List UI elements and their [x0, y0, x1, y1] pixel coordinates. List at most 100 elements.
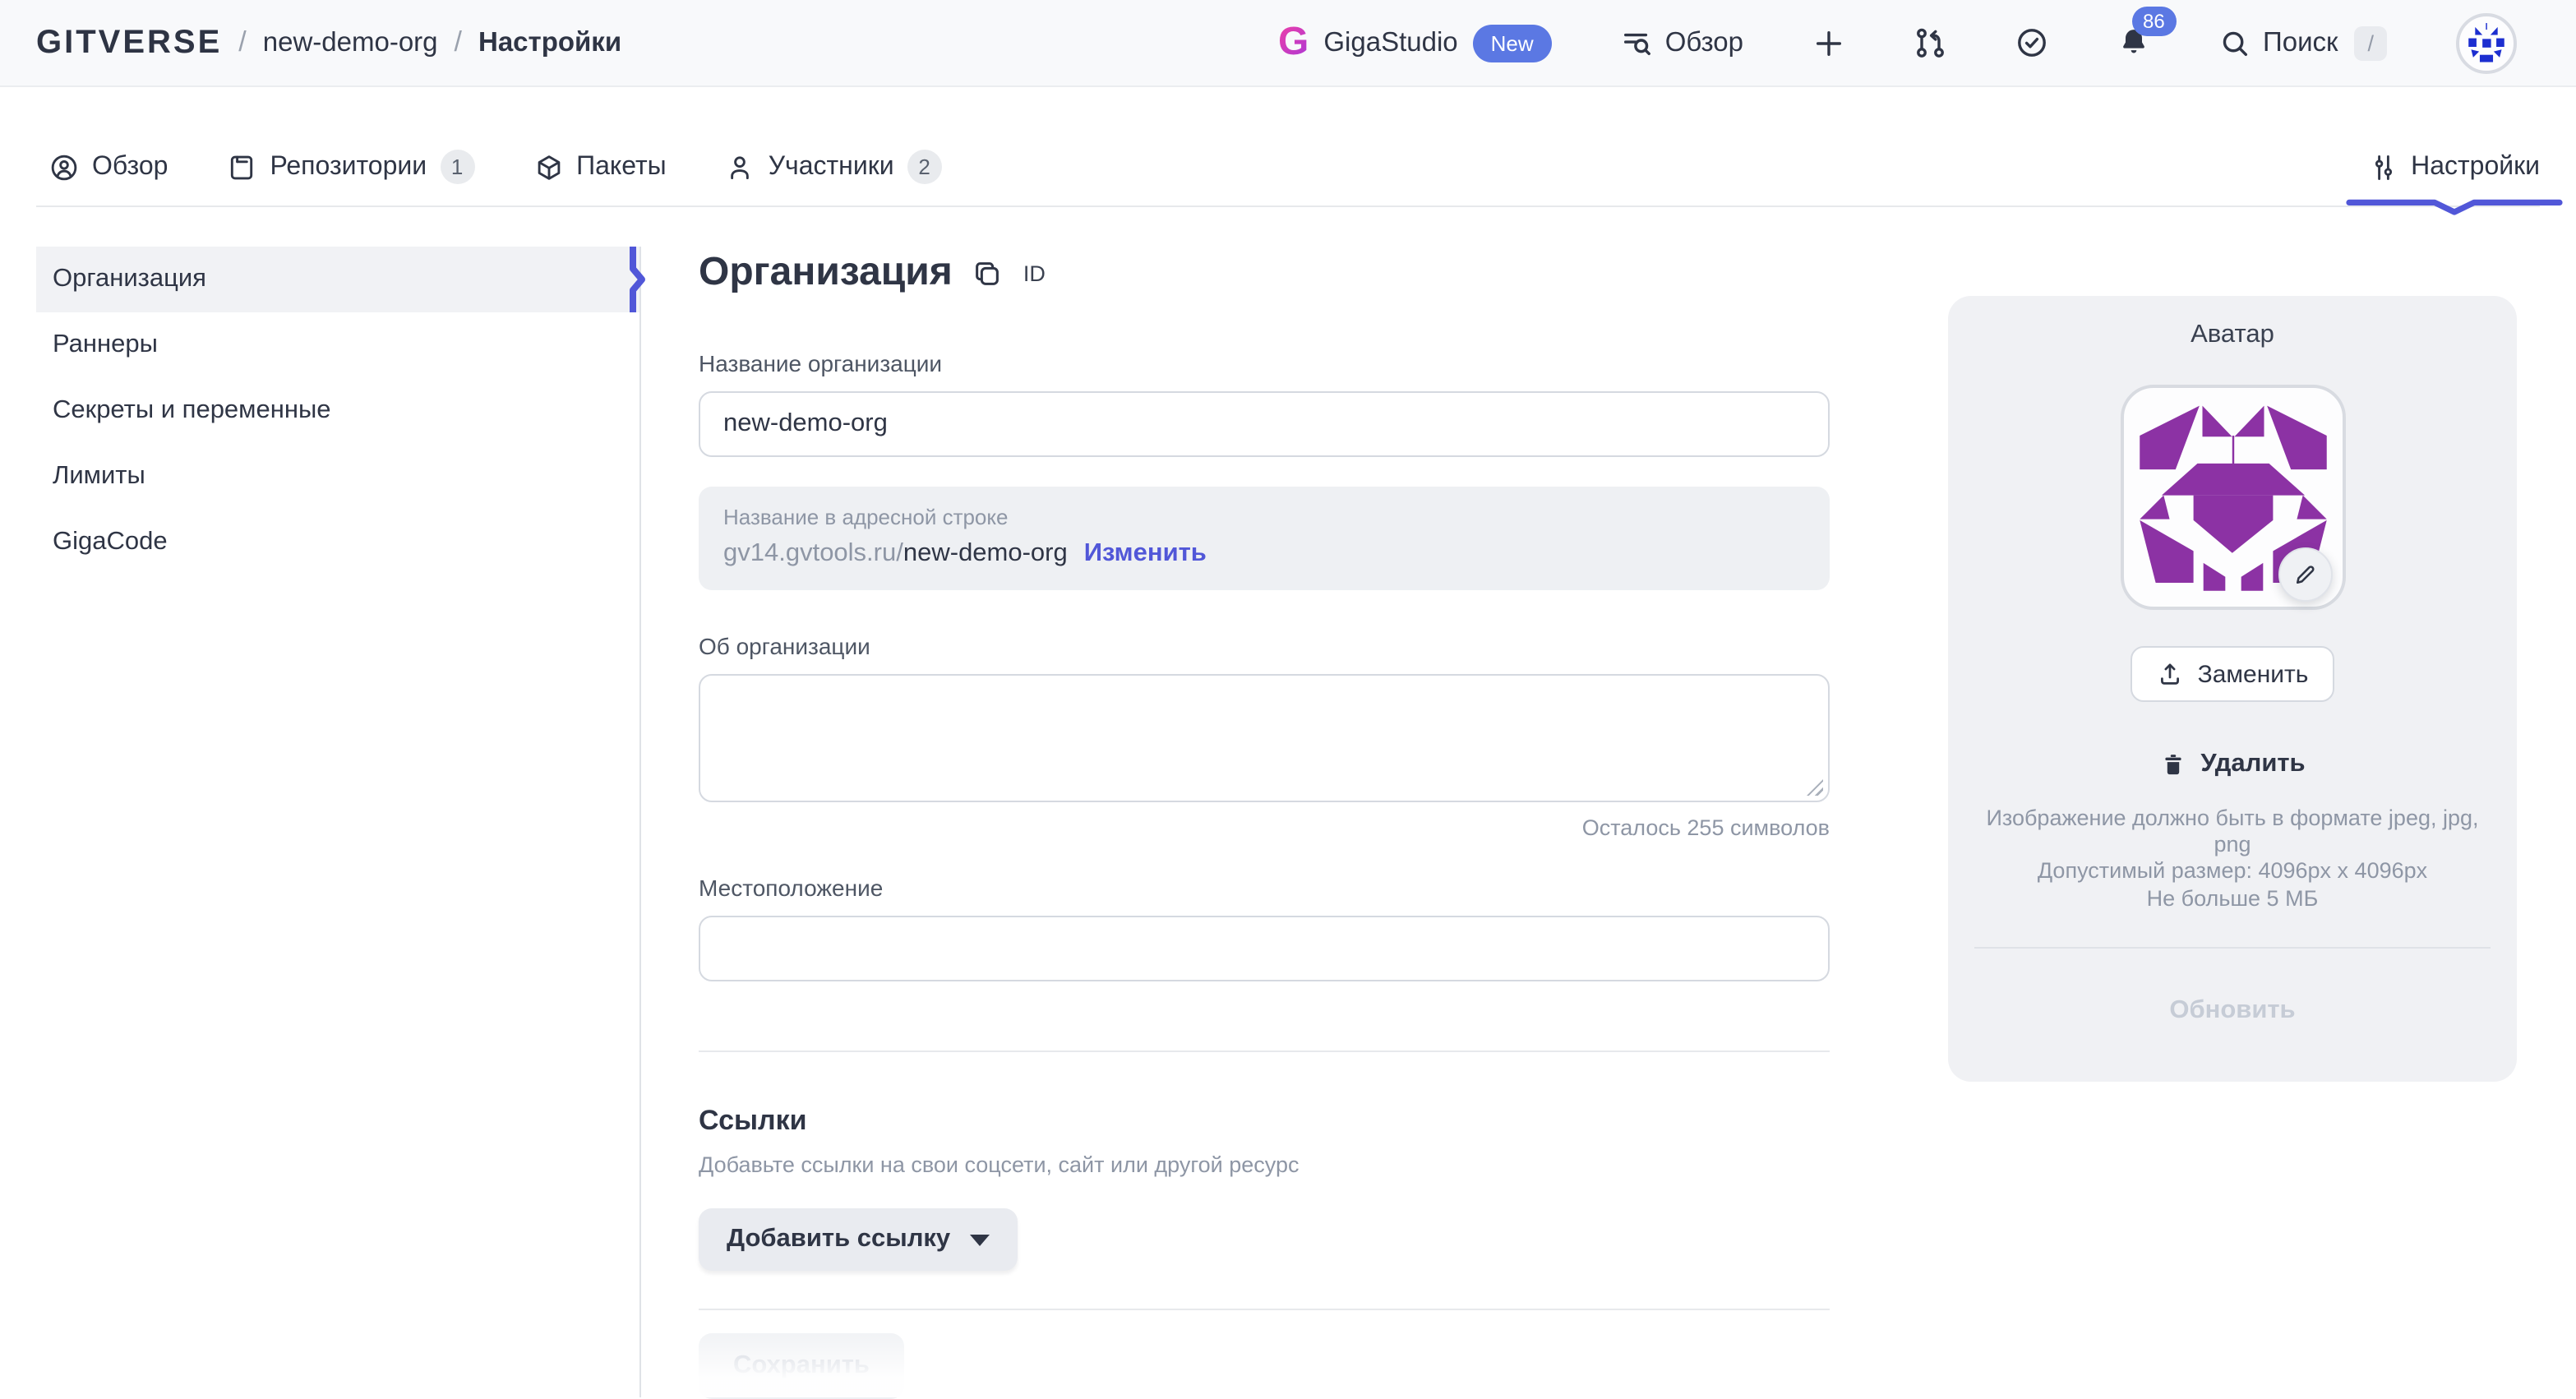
gitverse-logo[interactable]: GITVERSE	[36, 24, 222, 62]
breadcrumb-separator: /	[455, 26, 462, 59]
new-badge: New	[1473, 24, 1552, 62]
delete-avatar-button[interactable]: Удалить	[1948, 750, 2517, 779]
search-icon	[2218, 27, 2250, 58]
avatar-card-title: Аватар	[1948, 321, 2517, 350]
card-divider	[1974, 947, 2491, 949]
links-section-description: Добавьте ссылки на свои соцсети, сайт ил…	[699, 1152, 1830, 1177]
tab-label: Обзор	[92, 152, 168, 182]
package-box-icon	[533, 152, 563, 182]
user-avatar[interactable]	[2456, 12, 2517, 73]
chars-remaining: Осталось 255 символов	[699, 815, 1830, 840]
sliders-icon	[2368, 152, 2398, 182]
tab-repositories[interactable]: Репозитории 1	[227, 127, 474, 206]
create-new-button[interactable]	[1812, 27, 1844, 58]
change-url-link[interactable]: Изменить	[1084, 539, 1207, 569]
edit-avatar-button[interactable]	[2278, 547, 2332, 602]
settings-sidebar: Организация Раннеры Секреты и переменные…	[36, 247, 639, 575]
hint-format: Изображение должно быть в формате jpeg, …	[1984, 806, 2481, 859]
about-textarea[interactable]	[699, 674, 1830, 802]
tab-members[interactable]: Участники 2	[726, 127, 942, 206]
location-label: Местоположение	[699, 875, 1830, 901]
avatar-card: Аватар	[1948, 296, 2517, 1082]
org-tabs: Обзор Репозитории 1 Пакеты	[36, 128, 2540, 207]
sidebar-divider	[639, 247, 641, 1397]
organization-settings-form: Организация ID Название организации Назв…	[699, 230, 1830, 1399]
update-avatar-button[interactable]: Обновить	[1948, 996, 2517, 1026]
person-icon	[726, 152, 755, 182]
top-header: GITVERSE / new-demo-org / Настройки G Gi…	[0, 0, 2576, 87]
url-name-box: Название в адресной строке gv14.gvtools.…	[699, 487, 1830, 590]
tab-count-badge: 2	[907, 150, 942, 184]
section-divider	[699, 1050, 1830, 1052]
list-search-icon	[1621, 27, 1652, 58]
location-input[interactable]	[699, 916, 1830, 981]
tasks-check-icon[interactable]	[2015, 26, 2047, 59]
user-identicon	[2463, 19, 2510, 67]
sidebar-item-label: Секреты и переменные	[53, 396, 331, 426]
id-label: ID	[1023, 261, 1046, 285]
active-tab-underline	[2346, 198, 2563, 215]
sidebar-item-label: GigaCode	[53, 528, 168, 557]
notifications-button[interactable]: 86	[2117, 26, 2149, 59]
tab-label: Пакеты	[576, 152, 667, 182]
notifications-count-badge: 86	[2131, 7, 2177, 36]
breadcrumb: GITVERSE / new-demo-org / Настройки	[36, 24, 621, 62]
replace-avatar-button[interactable]: Заменить	[2131, 646, 2335, 702]
avatar-requirements: Изображение должно быть в формате jpeg, …	[1948, 806, 2517, 912]
tab-label: Настройки	[2411, 152, 2540, 182]
page: GITVERSE / new-demo-org / Настройки G Gi…	[0, 0, 2576, 1397]
tab-packages[interactable]: Пакеты	[533, 127, 667, 206]
sidebar-item-limits[interactable]: Лимиты	[36, 444, 639, 510]
gigastudio-label: GigaStudio	[1323, 27, 1457, 58]
tab-label: Репозитории	[270, 152, 427, 182]
copy-id-icon[interactable]	[972, 257, 1004, 289]
sidebar-item-gigacode[interactable]: GigaCode	[36, 510, 639, 575]
replace-label: Заменить	[2198, 660, 2309, 688]
merge-requests-icon[interactable]	[1913, 26, 1946, 59]
user-circle-icon	[49, 152, 79, 182]
search-button[interactable]: Поиск /	[2218, 25, 2387, 60]
trash-icon	[2159, 751, 2186, 778]
breadcrumb-separator: /	[238, 26, 246, 59]
org-name-input[interactable]	[699, 391, 1830, 457]
hint-size: Допустимый размер: 4096px x 4096px	[1984, 859, 2481, 885]
delete-label: Удалить	[2200, 750, 2305, 779]
url-name-label: Название в адресной строке	[723, 505, 1805, 529]
add-link-button[interactable]: Добавить ссылку	[699, 1208, 1018, 1271]
upload-icon	[2157, 661, 2183, 687]
links-section-title: Ссылки	[699, 1105, 1830, 1138]
chevron-down-icon	[970, 1234, 990, 1245]
explore-label: Обзор	[1665, 27, 1743, 58]
tab-count-badge: 1	[440, 150, 474, 184]
sidebar-item-secrets[interactable]: Секреты и переменные	[36, 378, 639, 444]
sidebar-item-organization[interactable]: Организация	[36, 247, 639, 312]
header-actions: G GigaStudio New Обзор	[1278, 12, 2517, 73]
tab-label: Участники	[769, 152, 894, 182]
tab-settings[interactable]: Настройки	[2368, 127, 2540, 206]
url-prefix: gv14.gvtools.ru/	[723, 539, 903, 569]
sidebar-item-runners[interactable]: Раннеры	[36, 312, 639, 378]
breadcrumb-current-page: Настройки	[478, 27, 621, 58]
search-shortcut-key: /	[2354, 25, 2387, 60]
about-label: Об организации	[699, 633, 1830, 659]
active-item-marker	[628, 247, 648, 312]
sidebar-item-label: Раннеры	[53, 330, 158, 360]
repo-book-icon	[227, 152, 256, 182]
page-title: Организация	[699, 250, 953, 296]
sidebar-item-label: Лимиты	[53, 462, 145, 492]
sidebar-item-label: Организация	[53, 265, 206, 294]
section-divider	[699, 1309, 1830, 1310]
add-link-label: Добавить ссылку	[727, 1225, 950, 1254]
breadcrumb-org-link[interactable]: new-demo-org	[263, 27, 438, 58]
save-button[interactable]: Сохранить	[699, 1333, 904, 1399]
tab-overview[interactable]: Обзор	[49, 127, 168, 206]
explore-menu-button[interactable]: Обзор	[1621, 27, 1743, 58]
gigastudio-link[interactable]: G GigaStudio New	[1278, 23, 1552, 62]
hint-weight: Не больше 5 МБ	[1984, 885, 2481, 912]
org-name-label: Название организации	[699, 350, 1830, 376]
search-label: Поиск	[2263, 27, 2338, 58]
org-avatar-image	[2120, 385, 2345, 610]
gigastudio-icon: G	[1278, 23, 1309, 62]
url-org-name: new-demo-org	[903, 539, 1068, 569]
pencil-icon	[2292, 562, 2317, 587]
